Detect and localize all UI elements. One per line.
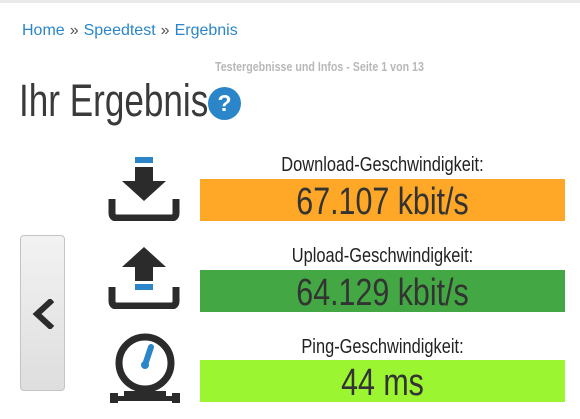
ping-value: 44 ms <box>341 362 424 404</box>
download-result-bar: 67.107 kbit/s <box>200 179 565 223</box>
breadcrumb-separator: » <box>160 22 170 39</box>
upload-label: Upload-Geschwindigkeit: <box>291 245 474 267</box>
upload-icon <box>108 247 180 309</box>
top-divider <box>0 0 580 3</box>
breadcrumb: Home» Speedtest» Ergebnis <box>22 22 238 40</box>
previous-page-button[interactable] <box>20 235 65 391</box>
upload-result-bar: 64.129 kbit/s <box>200 270 565 314</box>
speedometer-icon <box>110 333 180 403</box>
chevron-left-icon <box>32 299 55 329</box>
ping-label: Ping-Geschwindigkeit: <box>301 336 464 358</box>
upload-value: 64.129 kbit/s <box>296 272 469 314</box>
question-icon[interactable]: ? <box>208 87 241 120</box>
download-value: 67.107 kbit/s <box>296 181 469 223</box>
breadcrumb-separator: » <box>69 22 79 39</box>
ping-result-bar: 44 ms <box>200 360 565 404</box>
breadcrumb-speedtest-link[interactable]: Speedtest <box>84 22 156 39</box>
page-subtitle: Testergebnisse und Infos - Seite 1 von 1… <box>215 59 424 74</box>
download-label: Download-Geschwindigkeit: <box>281 154 484 176</box>
breadcrumb-home-link[interactable]: Home <box>22 22 65 39</box>
page-title: Ihr Ergebnis <box>19 75 209 126</box>
breadcrumb-ergebnis-link[interactable]: Ergebnis <box>175 22 238 39</box>
download-icon <box>108 157 180 221</box>
